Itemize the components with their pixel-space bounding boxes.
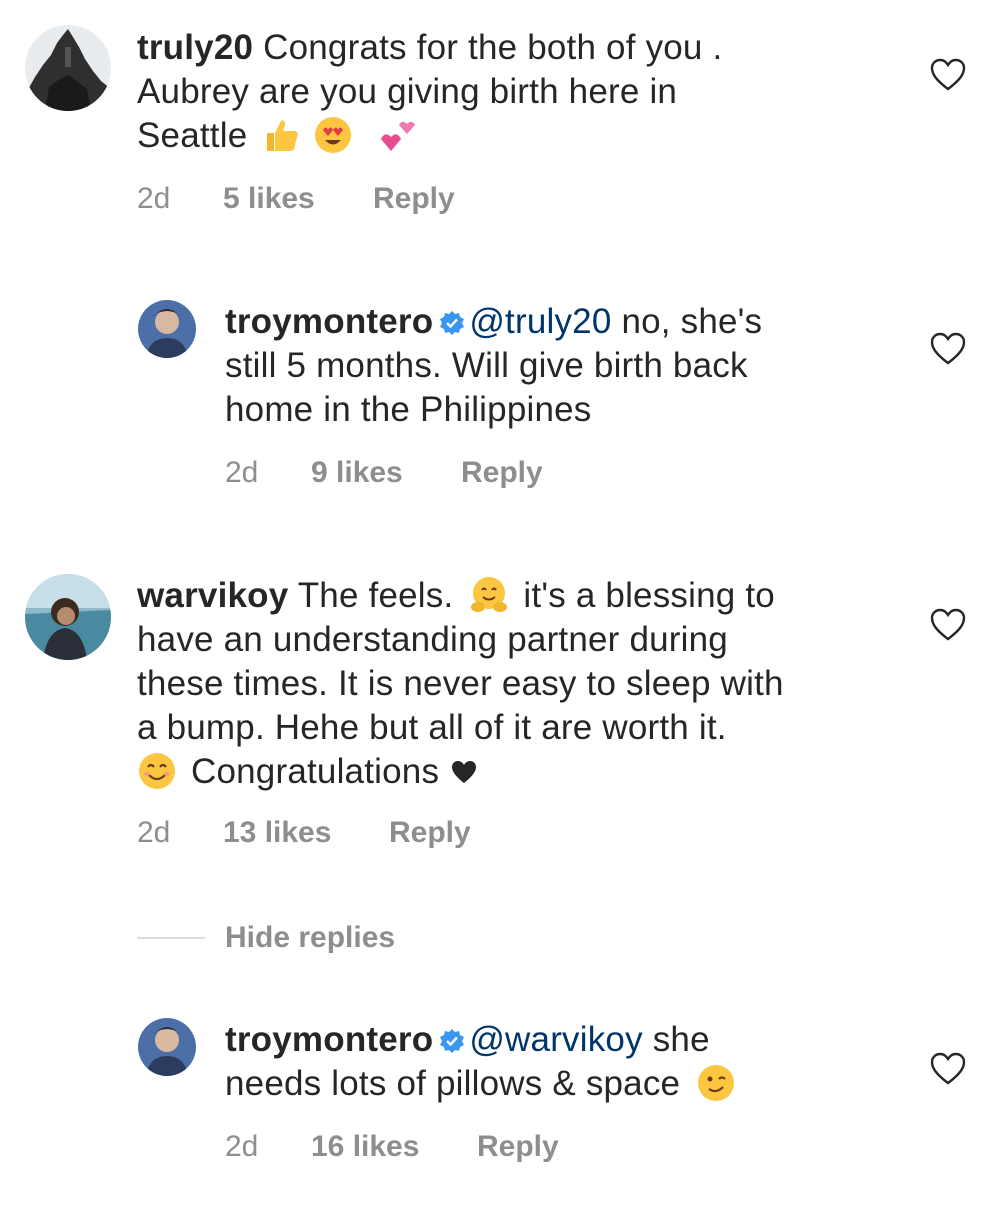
comment-username[interactable]: warvikoy [137, 576, 288, 615]
comment-time: 2d [137, 182, 171, 215]
comment-likes[interactable]: 16 likes [311, 1130, 477, 1164]
comment-time: 2d [137, 816, 171, 849]
divider [137, 937, 205, 939]
reply-button[interactable]: Reply [389, 816, 471, 850]
comment-text: troymontero @warvikoy she needs lots of … [225, 1018, 905, 1106]
comment-username[interactable]: troymontero [225, 302, 433, 341]
comment-meta: 2d 5 likes Reply [137, 182, 455, 216]
black-heart-icon [451, 759, 477, 785]
comment-line: have an understanding partner during [137, 620, 728, 659]
comment-username[interactable]: troymontero [225, 1020, 433, 1059]
comment-username[interactable]: truly20 [137, 28, 253, 67]
hide-replies-label: Hide replies [225, 921, 396, 954]
comment-line: The feels. [297, 576, 454, 615]
like-heart-icon[interactable] [930, 332, 966, 366]
like-heart-icon[interactable] [930, 58, 966, 92]
comment-text: warvikoy The feels. it's a blessing to h… [137, 574, 917, 794]
comment-warvikoy: warvikoy The feels. it's a blessing to h… [0, 560, 1000, 880]
comment-line: Congrats for the both of you . [263, 28, 723, 67]
smiling-face-icon [137, 751, 177, 791]
heart-eyes-icon [313, 115, 353, 155]
comment-time: 2d [225, 456, 259, 489]
avatar[interactable] [25, 574, 111, 660]
comment-truly20: truly20 Congrats for the both of you . A… [0, 0, 1000, 240]
avatar[interactable] [138, 1018, 196, 1076]
winking-face-icon [696, 1063, 736, 1103]
two-hearts-icon [377, 115, 417, 155]
comment-likes[interactable]: 5 likes [223, 182, 373, 216]
comment-meta: 2d 13 likes Reply [137, 816, 471, 850]
comment-text: troymontero @truly20 no, she's still 5 m… [225, 300, 905, 432]
comment-meta: 2d 16 likes Reply [225, 1130, 559, 1164]
comment-line: Seattle [137, 116, 248, 155]
hugging-face-icon [469, 575, 509, 615]
verified-badge-icon [439, 1028, 465, 1054]
reply-button[interactable]: Reply [461, 456, 543, 490]
comment-likes[interactable]: 9 likes [311, 456, 461, 490]
verified-badge-icon [439, 310, 465, 336]
avatar[interactable] [25, 25, 111, 111]
reply-troymontero-2: troymontero @warvikoy she needs lots of … [0, 1010, 1000, 1200]
comment-likes[interactable]: 13 likes [223, 816, 389, 850]
comment-line: still 5 months. Will give birth back [225, 346, 748, 385]
comment-line: no, she's [611, 302, 763, 341]
reply-button[interactable]: Reply [477, 1130, 559, 1164]
comment-line: home in the Philippines [225, 390, 592, 429]
comment-line: Aubrey are you giving birth here in [137, 72, 678, 111]
comment-line: these times. It is never easy to sleep w… [137, 664, 784, 703]
comment-text: truly20 Congrats for the both of you . A… [137, 26, 897, 158]
comment-time: 2d [225, 1130, 259, 1163]
comment-line: it's a blessing to [523, 576, 775, 615]
comment-meta: 2d 9 likes Reply [225, 456, 543, 490]
thumbs-up-icon [261, 115, 301, 155]
avatar[interactable] [138, 300, 196, 358]
reply-button[interactable]: Reply [373, 182, 455, 216]
like-heart-icon[interactable] [930, 608, 966, 642]
comment-line: needs lots of pillows & space [225, 1064, 681, 1103]
comment-line: a bump. Hehe but all of it are worth it. [137, 708, 727, 747]
mention-link[interactable]: @warvikoy [469, 1020, 642, 1059]
hide-replies-button[interactable]: Hide replies [137, 918, 395, 958]
comment-line: Congratulations [191, 752, 440, 791]
reply-troymontero-1: troymontero @truly20 no, she's still 5 m… [0, 290, 1000, 520]
comment-line: she [642, 1020, 710, 1059]
mention-link[interactable]: @truly20 [469, 302, 611, 341]
like-heart-icon[interactable] [930, 1052, 966, 1086]
